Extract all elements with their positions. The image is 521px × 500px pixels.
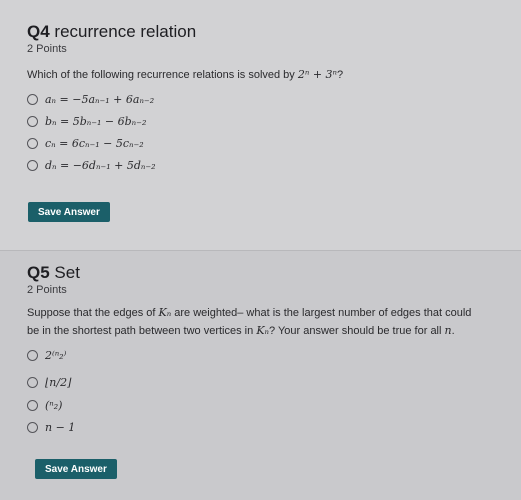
answer-option[interactable]: cₙ = 6cₙ₋₁ − 5cₙ₋₂ [27,137,144,150]
radio-button[interactable] [27,94,38,105]
radio-button[interactable] [27,422,38,433]
answer-option-label: cₙ = 6cₙ₋₁ − 5cₙ₋₂ [45,137,144,150]
answer-option-label: ⌊n/2⌋ [45,376,72,389]
radio-button[interactable] [27,400,38,411]
answer-option-label: bₙ = 5bₙ₋₁ − 6bₙ₋₂ [45,115,147,128]
answer-option[interactable]: aₙ = −5aₙ₋₁ + 6aₙ₋₂ [27,93,154,106]
radio-button[interactable] [27,138,38,149]
question-q5: Q5 Set 2 Points Suppose that the edges o… [0,250,521,500]
radio-button[interactable] [27,116,38,127]
save-answer-button[interactable]: Save Answer [28,202,110,222]
question-prompt: Which of the following recurrence relati… [27,68,344,81]
question-title: Q4 recurrence relation [27,22,197,41]
question-points: 2 Points [27,43,67,55]
radio-button[interactable] [27,160,38,171]
answer-option[interactable]: 2⁽ⁿ₂⁾ [27,349,66,362]
question-points: 2 Points [27,284,67,296]
question-q4: Q4 recurrence relation 2 Points Which of… [0,0,521,250]
answer-option[interactable]: n − 1 [27,421,75,434]
save-answer-button[interactable]: Save Answer [35,459,117,479]
radio-button[interactable] [27,377,38,388]
answer-option[interactable]: dₙ = −6dₙ₋₁ + 5dₙ₋₂ [27,159,156,172]
answer-option-label: 2⁽ⁿ₂⁾ [45,349,67,362]
answer-option-label: n − 1 [45,421,76,434]
question-prompt: Suppose that the edges of Kₙ are weighte… [27,306,472,337]
answer-option[interactable]: bₙ = 5bₙ₋₁ − 6bₙ₋₂ [27,115,146,128]
answer-option[interactable]: (ⁿ₂) [27,399,62,412]
answer-option-label: (ⁿ₂) [45,399,63,412]
answer-option-label: dₙ = −6dₙ₋₁ + 5dₙ₋₂ [45,159,156,172]
radio-button[interactable] [27,350,38,361]
answer-option[interactable]: ⌊n/2⌋ [27,376,71,389]
answer-option-label: aₙ = −5aₙ₋₁ + 6aₙ₋₂ [45,93,155,106]
question-title: Q5 Set [27,263,80,282]
prompt-math: 2ⁿ + 3ⁿ [297,68,337,81]
